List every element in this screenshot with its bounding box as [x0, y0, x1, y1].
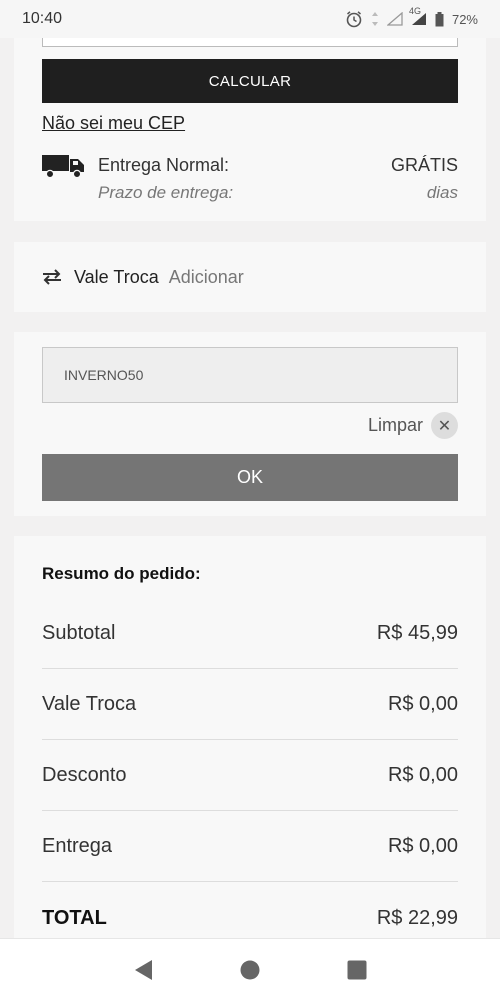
wifi-off-icon: [386, 12, 403, 26]
cep-input[interactable]: [42, 38, 458, 47]
clear-coupon-label[interactable]: Limpar: [368, 415, 423, 436]
delivery-term-label: Prazo de entrega:: [98, 183, 234, 202]
close-icon[interactable]: ✕: [431, 412, 458, 439]
alarm-icon: [346, 11, 362, 28]
battery-percent: 72%: [451, 11, 478, 27]
home-icon: [240, 960, 260, 979]
back-button[interactable]: [123, 950, 163, 990]
status-time: 10:40: [22, 10, 63, 27]
summary-row-subtotal: Subtotal R$ 45,99: [42, 599, 458, 669]
summary-label: Subtotal: [42, 622, 116, 644]
summary-label: Vale Troca: [42, 693, 137, 715]
back-icon: [135, 959, 153, 980]
summary-row-desconto: Desconto R$ 0,00: [42, 741, 458, 811]
summary-row-vale-troca: Vale Troca R$ 0,00: [42, 670, 458, 740]
truck-icon: [42, 155, 84, 179]
calculate-button[interactable]: CALCULAR: [42, 59, 458, 103]
vale-troca-row[interactable]: Vale Troca Adicionar: [14, 242, 486, 312]
clear-coupon[interactable]: Limpar ✕: [368, 412, 458, 439]
coupon-input[interactable]: [42, 347, 458, 403]
apply-coupon-button[interactable]: OK: [42, 454, 458, 501]
unknown-cep-link[interactable]: Não sei meu CEP: [42, 113, 185, 134]
summary-value: R$ 0,00: [387, 835, 458, 857]
vale-troca-add-link[interactable]: Adicionar: [169, 267, 244, 288]
summary-title: Resumo do pedido:: [42, 564, 201, 583]
status-icons: 4G 72%: [345, 6, 478, 28]
checkout-content: CALCULAR Não sei meu CEP Entrega Normal:…: [0, 38, 500, 938]
summary-row-entrega: Entrega R$ 0,00: [42, 812, 458, 882]
battery-icon: [435, 11, 444, 26]
status-bar: 10:40 4G 72%: [0, 0, 500, 38]
swap-arrows-icon: [43, 269, 61, 285]
summary-label: Entrega: [42, 835, 113, 857]
summary-row-total: TOTAL R$ 22,99: [42, 883, 458, 938]
shipping-card: CALCULAR Não sei meu CEP Entrega Normal:…: [14, 38, 486, 221]
home-button[interactable]: [230, 950, 270, 990]
summary-label: Desconto: [42, 764, 127, 786]
delivery-info: Entrega Normal: GRÁTIS Prazo de entrega:…: [42, 150, 458, 210]
network-type: 4G: [408, 6, 421, 16]
recents-button[interactable]: [337, 950, 377, 990]
coupon-card: Limpar ✕ OK: [14, 332, 486, 516]
vale-troca-card[interactable]: Vale Troca Adicionar: [14, 242, 486, 312]
delivery-value: GRÁTIS: [390, 155, 458, 175]
summary-label: TOTAL: [42, 906, 107, 929]
summary-value: R$ 0,00: [387, 693, 458, 715]
recents-icon: [347, 960, 367, 979]
summary-value: R$ 22,99: [376, 906, 458, 929]
summary-value: R$ 0,00: [387, 764, 458, 786]
navigation-bar: [0, 938, 500, 1000]
delivery-label: Entrega Normal:: [98, 155, 230, 175]
data-arrows-icon: [371, 12, 378, 26]
delivery-term-value: dias: [426, 183, 458, 202]
vale-troca-title: Vale Troca: [74, 266, 159, 287]
order-summary-card: Resumo do pedido: Subtotal R$ 45,99 Vale…: [14, 536, 486, 938]
summary-value: R$ 45,99: [376, 622, 458, 644]
